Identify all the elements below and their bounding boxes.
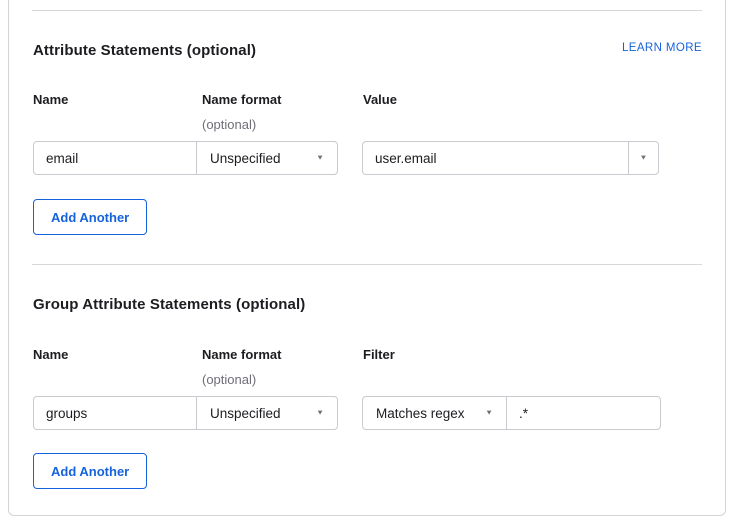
add-another-group-attribute-button[interactable]: Add Another <box>33 453 147 489</box>
chevron-down-icon: ▼ <box>640 155 648 162</box>
name-format-optional-hint: (optional) <box>202 372 256 387</box>
group-filter-type-select[interactable]: Matches regex ▼ <box>362 396 507 430</box>
saml-settings-panel: Attribute Statements (optional) LEARN MO… <box>0 0 737 530</box>
chevron-down-icon: ▼ <box>316 155 324 162</box>
add-another-attribute-button[interactable]: Add Another <box>33 199 147 235</box>
chevron-down-icon: ▼ <box>485 410 493 417</box>
section-divider-top <box>32 10 702 11</box>
column-label-name-format: Name format <box>202 347 281 362</box>
group-attribute-name-format-select[interactable]: Unspecified ▼ <box>196 396 338 430</box>
group-attribute-name-format-selected-value: Unspecified <box>210 406 281 421</box>
column-label-name: Name <box>33 347 68 362</box>
column-label-filter: Filter <box>363 347 395 362</box>
attribute-value-input[interactable] <box>362 141 629 175</box>
attribute-value-dropdown-button[interactable]: ▼ <box>628 141 659 175</box>
settings-card <box>8 0 726 516</box>
group-attribute-name-input[interactable] <box>33 396 197 430</box>
attribute-name-format-select[interactable]: Unspecified ▼ <box>196 141 338 175</box>
section-divider-middle <box>32 264 702 265</box>
column-label-value: Value <box>363 92 397 107</box>
column-label-name-format: Name format <box>202 92 281 107</box>
attribute-statements-title: Attribute Statements (optional) <box>33 42 256 59</box>
attribute-name-input[interactable] <box>33 141 197 175</box>
attribute-name-format-selected-value: Unspecified <box>210 151 281 166</box>
group-filter-value-input[interactable] <box>506 396 661 430</box>
column-label-name: Name <box>33 92 68 107</box>
learn-more-link[interactable]: LEARN MORE <box>622 42 702 54</box>
group-attribute-statements-title: Group Attribute Statements (optional) <box>33 296 305 313</box>
chevron-down-icon: ▼ <box>316 410 324 417</box>
name-format-optional-hint: (optional) <box>202 117 256 132</box>
group-filter-type-selected-value: Matches regex <box>376 406 465 421</box>
